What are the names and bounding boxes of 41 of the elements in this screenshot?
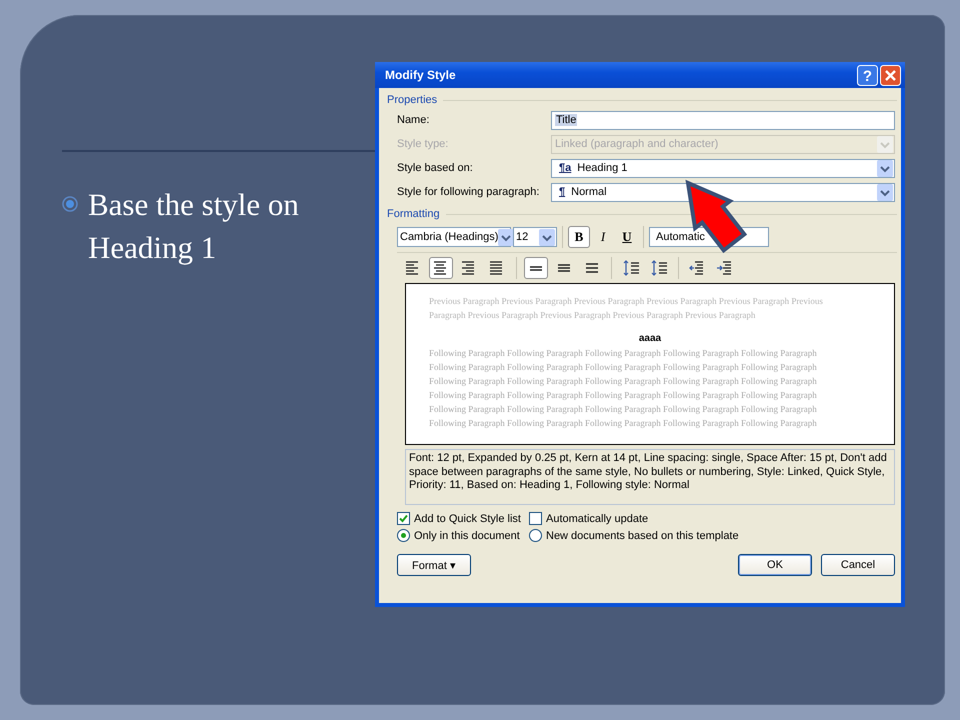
- section-label: Properties: [387, 94, 438, 106]
- underline-button[interactable]: U: [616, 226, 638, 248]
- align-center-icon[interactable]: [429, 257, 453, 279]
- font-dropdown[interactable]: Cambria (Headings): [397, 227, 511, 247]
- section-label: Formatting: [387, 208, 440, 220]
- paragraph-mark-icon: ¶: [559, 186, 566, 198]
- style-dropdown[interactable]: ¶a Heading 1: [551, 158, 895, 178]
- bullet-icon: [62, 196, 78, 212]
- bullet-text: Base the style on Heading 1: [88, 186, 300, 267]
- field-label: Style for following paragraph:: [397, 186, 540, 198]
- preview-text: Following Paragraph Following Paragraph Following Paragraph Following Paragraph Following Paragraph: [429, 361, 818, 374]
- style-dropdown[interactable]: ¶ Normal: [551, 182, 895, 202]
- italic-button[interactable]: I: [592, 226, 614, 248]
- window-title: Modify Style: [385, 68, 457, 82]
- check-icon: [398, 513, 409, 524]
- sample-text: aaaa: [638, 332, 662, 346]
- name-field[interactable]: Title: [551, 110, 895, 130]
- close-icon[interactable]: [880, 64, 901, 86]
- single-spacing-icon[interactable]: [524, 257, 548, 279]
- dialog-button[interactable]: OK: [738, 554, 812, 576]
- dialog-button[interactable]: Cancel: [821, 554, 895, 576]
- format-button[interactable]: Format ▾: [397, 554, 471, 576]
- field-label: Style based on:: [397, 162, 474, 174]
- preview-text: Following Paragraph Following Paragraph Following Paragraph Following Paragraph Following Paragraph: [429, 375, 818, 388]
- paragraph-mark-icon: ¶a: [559, 162, 572, 174]
- help-icon[interactable]: ?: [857, 64, 878, 86]
- preview-text: Following Paragraph Following Paragraph Following Paragraph Following Paragraph Following Paragraph: [429, 347, 818, 360]
- preview-text: Following Paragraph Following Paragraph Following Paragraph Following Paragraph Following Paragraph: [429, 389, 818, 402]
- field-label: Name:: [397, 114, 430, 126]
- size-dropdown[interactable]: 12: [513, 227, 557, 247]
- field-label: Style type:: [397, 138, 450, 150]
- checkbox[interactable]: Automatically update: [529, 512, 897, 525]
- preview-text: Following Paragraph Following Paragraph Following Paragraph Following Paragraph Following Paragraph: [429, 403, 818, 416]
- radio-button[interactable]: Only in this document: [397, 529, 529, 542]
- radio-button[interactable]: New documents based on this template: [529, 529, 897, 542]
- preview-text: Paragraph Previous Paragraph Previous Paragraph Previous Paragraph Previous Paragraph: [429, 309, 756, 322]
- preview-text: Following Paragraph Following Paragraph Following Paragraph Following Paragraph Following Paragraph: [429, 417, 818, 430]
- preview-text: Previous Paragraph Previous Paragraph Previous Paragraph Previous Paragraph Previous Paragraph Previous: [429, 295, 824, 308]
- style-description: Font: 12 pt, Expanded by 0.25 pt, Kern at 14 pt, Line spacing: single, Space After: 15 pt, Don't add space between paragraphs of the same style, No bullets or numbering, Style: Linked, Quick Style, Priority: 11, Based on: Heading 1, Following style: Normal: [405, 449, 895, 505]
- bold-button[interactable]: B: [568, 226, 590, 248]
- checkbox[interactable]: Add to Quick Style list: [397, 512, 529, 525]
